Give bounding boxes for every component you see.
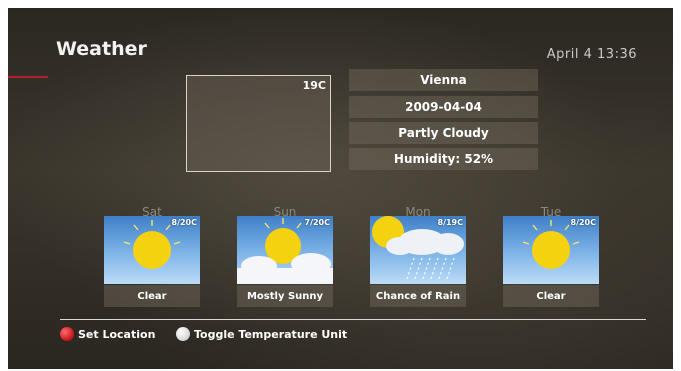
set-location-label: Set Location (78, 327, 156, 341)
red-button-icon (60, 327, 74, 341)
weather-screen: Weather April 4 13:36 19C Vienna 2009-04… (8, 8, 673, 369)
white-button-icon (176, 327, 190, 341)
humidity-panel: Humidity: 52% (349, 148, 538, 170)
sun-rain-cloud-icon: 8/19C (370, 216, 466, 284)
forecast-condition: Clear (104, 285, 200, 307)
forecast-condition: Mostly Sunny (237, 285, 333, 307)
divider (60, 319, 646, 320)
location-panel: Vienna (349, 69, 538, 91)
forecast-condition: Clear (503, 285, 599, 307)
current-weather-image: 19C (186, 75, 331, 172)
date-panel: 2009-04-04 (349, 96, 538, 118)
page-title: Weather (56, 38, 147, 60)
date-time: April 4 13:36 (546, 47, 637, 62)
condition-panel: Partly Cloudy (349, 122, 538, 144)
set-location-button[interactable]: Set Location (60, 327, 155, 341)
forecast-temperature: 8/20C (570, 218, 597, 227)
sun-cloud-icon: 7/20C (237, 216, 333, 284)
forecast-temperature: 7/20C (304, 218, 331, 227)
toggle-unit-label: Toggle Temperature Unit (194, 327, 348, 341)
sun-icon: 8/20C (503, 216, 599, 284)
forecast-temperature: 8/20C (171, 218, 198, 227)
current-temperature: 19C (302, 79, 326, 92)
red-accent-line (8, 76, 48, 78)
forecast-temperature: 8/19C (437, 218, 464, 227)
forecast-condition: Chance of Rain (370, 285, 466, 307)
toggle-unit-button[interactable]: Toggle Temperature Unit (176, 327, 347, 341)
sun-icon: 8/20C (104, 216, 200, 284)
